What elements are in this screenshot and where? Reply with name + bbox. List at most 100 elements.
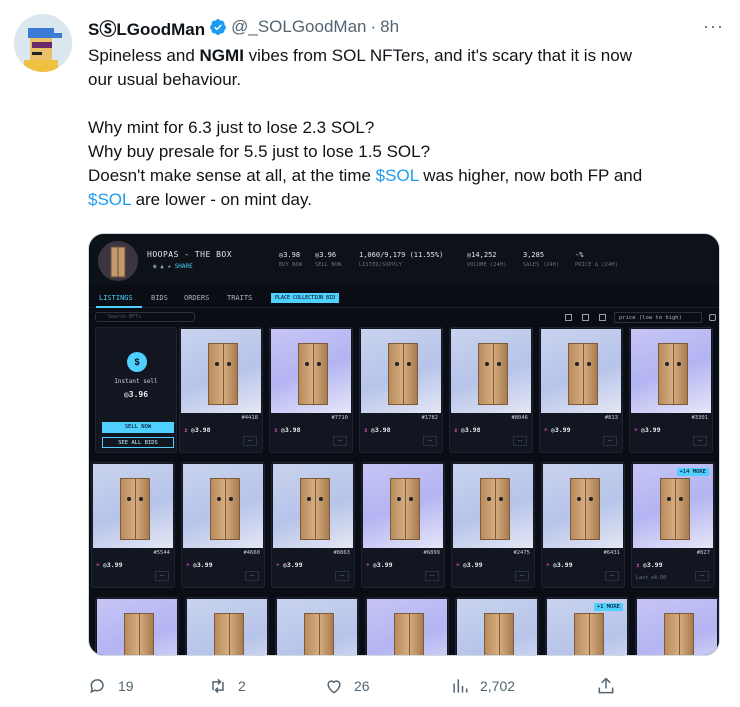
eye (587, 362, 591, 366)
nft-number: #827 (696, 550, 710, 556)
box-figure (388, 343, 418, 405)
nft-card[interactable] (365, 597, 449, 655)
tweet-line: Spineless and NGMI vibes from SOL NFTers… (88, 44, 718, 68)
collection-social-links[interactable]: ◉ ▲ ★ SHARE (153, 263, 193, 270)
nft-card[interactable]: +14 MORE #827 ↥ ◎3.99 Last ◎4.00... (631, 462, 715, 588)
card-menu-icon[interactable]: ... (425, 571, 439, 581)
card-menu-icon[interactable]: ... (603, 436, 617, 446)
nft-card[interactable]: #8046 ↥ ◎3.98... (449, 327, 533, 453)
views-chart-icon (453, 679, 468, 693)
card-menu-icon[interactable]: ... (605, 571, 619, 581)
stat-label: LISTED/SUPPLY (359, 262, 403, 268)
nft-price: ☀ ◎3.99 (456, 561, 483, 569)
tab-listings[interactable]: LISTINGS (99, 294, 133, 302)
box-figure (568, 343, 598, 405)
box-figure (208, 343, 238, 405)
nft-card[interactable] (275, 597, 359, 655)
nft-image (271, 329, 351, 413)
marketplace-icon: ↥ (454, 426, 458, 434)
retweet-button[interactable]: 2 (208, 676, 246, 696)
nft-card[interactable]: #4660 ☀ ◎3.99... (181, 462, 265, 588)
stat-label: SELL NOW (315, 262, 342, 268)
card-menu-icon[interactable]: ... (333, 436, 347, 446)
nft-price: ☀ ◎3.99 (366, 561, 393, 569)
cashtag-link[interactable]: $SOL (88, 190, 131, 209)
card-menu-icon[interactable]: ... (423, 436, 437, 446)
instant-sell-panel: $ Instant sell ◎3.96 SELL NOW SEE ALL BI… (95, 327, 177, 453)
box-figure (484, 613, 514, 655)
stat-volume: ◎14,252 VOLUME (24H) (467, 251, 507, 268)
box-figure (214, 613, 244, 655)
share-link[interactable]: SHARE (175, 263, 193, 270)
nft-card[interactable]: #3301 ☀ ◎3.99... (629, 327, 713, 453)
filter-icon[interactable] (709, 314, 716, 321)
tweet-time[interactable]: 8h (380, 17, 399, 37)
grid-large-icon[interactable] (565, 314, 572, 321)
grid-medium-icon[interactable] (582, 314, 589, 321)
verified-badge-icon (210, 19, 226, 35)
display-name[interactable]: SⓈLGoodMan (88, 15, 205, 40)
card-menu-icon[interactable]: ... (243, 436, 257, 446)
nft-card[interactable] (635, 597, 719, 655)
grid-small-icon[interactable] (599, 314, 606, 321)
media-screenshot[interactable]: HOOPAS - THE BOX ◉ ▲ ★ SHARE ◎3.98 BUY NO… (88, 233, 720, 656)
nft-image (97, 599, 177, 655)
nft-image (543, 464, 623, 548)
tweet-text-segment: are lower - on mint day. (130, 190, 312, 209)
card-menu-icon[interactable]: ... (693, 436, 707, 446)
tweet-text: Spineless and NGMI vibes from SOL NFTers… (88, 44, 718, 212)
stat-listed-supply: 1,060/9,179 (11.55%) LISTED/SUPPLY (359, 251, 443, 268)
tweet-bold-word: NGMI (199, 46, 244, 65)
marketplace-icon: ☀ (276, 561, 280, 569)
tab-orders[interactable]: ORDERS (184, 294, 209, 302)
card-menu-icon[interactable]: ... (245, 571, 259, 581)
nft-card[interactable]: #8863 ☀ ◎3.99... (271, 462, 355, 588)
nft-card[interactable] (95, 597, 179, 655)
nft-price: ↥ ◎3.98 (274, 426, 301, 434)
nft-card[interactable]: #6899 ☀ ◎3.99... (361, 462, 445, 588)
nft-card[interactable] (185, 597, 269, 655)
card-menu-icon[interactable]: ... (155, 571, 169, 581)
reply-count: 19 (118, 678, 134, 694)
eye (679, 497, 683, 501)
nft-card[interactable]: #7710 ↥ ◎3.98... (269, 327, 353, 453)
nft-card[interactable]: #5544 ☀ ◎3.99... (91, 462, 175, 588)
nft-image (361, 329, 441, 413)
card-menu-icon[interactable]: ... (695, 571, 709, 581)
nft-card[interactable]: #2475 ☀ ◎3.99... (451, 462, 535, 588)
sell-now-button[interactable]: SELL NOW (102, 422, 174, 433)
nft-card[interactable]: #1782 ↥ ◎3.98... (359, 327, 443, 453)
nft-card[interactable]: #6431 ☀ ◎3.99... (541, 462, 625, 588)
nft-card[interactable]: #813 ☀ ◎3.99... (539, 327, 623, 453)
like-button[interactable]: 26 (324, 676, 370, 696)
more-options-icon[interactable]: ··· (703, 16, 724, 37)
share-button[interactable] (596, 676, 626, 696)
collection-header: HOOPAS - THE BOX ◉ ▲ ★ SHARE ◎3.98 BUY NO… (89, 234, 719, 284)
marketplace-icon: ↥ (364, 426, 368, 434)
nft-card[interactable]: +1 MORE (545, 597, 629, 655)
card-menu-icon[interactable]: ... (513, 436, 527, 446)
nft-card[interactable]: #4418 ↥ ◎3.98... (179, 327, 263, 453)
reply-icon (90, 679, 104, 694)
nft-price: ☀ ◎3.99 (634, 426, 661, 434)
cashtag-link[interactable]: $SOL (376, 166, 419, 185)
author-handle[interactable]: @_SOLGoodMan (231, 17, 366, 37)
more-badge: +1 MORE (593, 603, 623, 611)
tab-traits[interactable]: TRAITS (227, 294, 252, 302)
heart-icon (327, 680, 341, 694)
search-nfts-input[interactable]: Search NFTs (95, 312, 195, 322)
collection-name: HOOPAS - THE BOX (147, 250, 233, 259)
card-menu-icon[interactable]: ... (335, 571, 349, 581)
author-avatar[interactable] (14, 14, 72, 72)
nft-number: #6899 (423, 550, 440, 556)
see-all-bids-button[interactable]: SEE ALL BIDS (102, 437, 174, 448)
card-menu-icon[interactable]: ... (515, 571, 529, 581)
reply-button[interactable]: 19 (88, 676, 134, 696)
eye (407, 362, 411, 366)
tab-bids[interactable]: BIDS (151, 294, 168, 302)
eye (229, 497, 233, 501)
views-button[interactable]: 2,702 (450, 676, 515, 696)
sort-select[interactable]: price (low to high) (614, 312, 702, 323)
place-collection-bid-button[interactable]: PLACE COLLECTION BID (271, 293, 340, 303)
nft-card[interactable] (455, 597, 539, 655)
